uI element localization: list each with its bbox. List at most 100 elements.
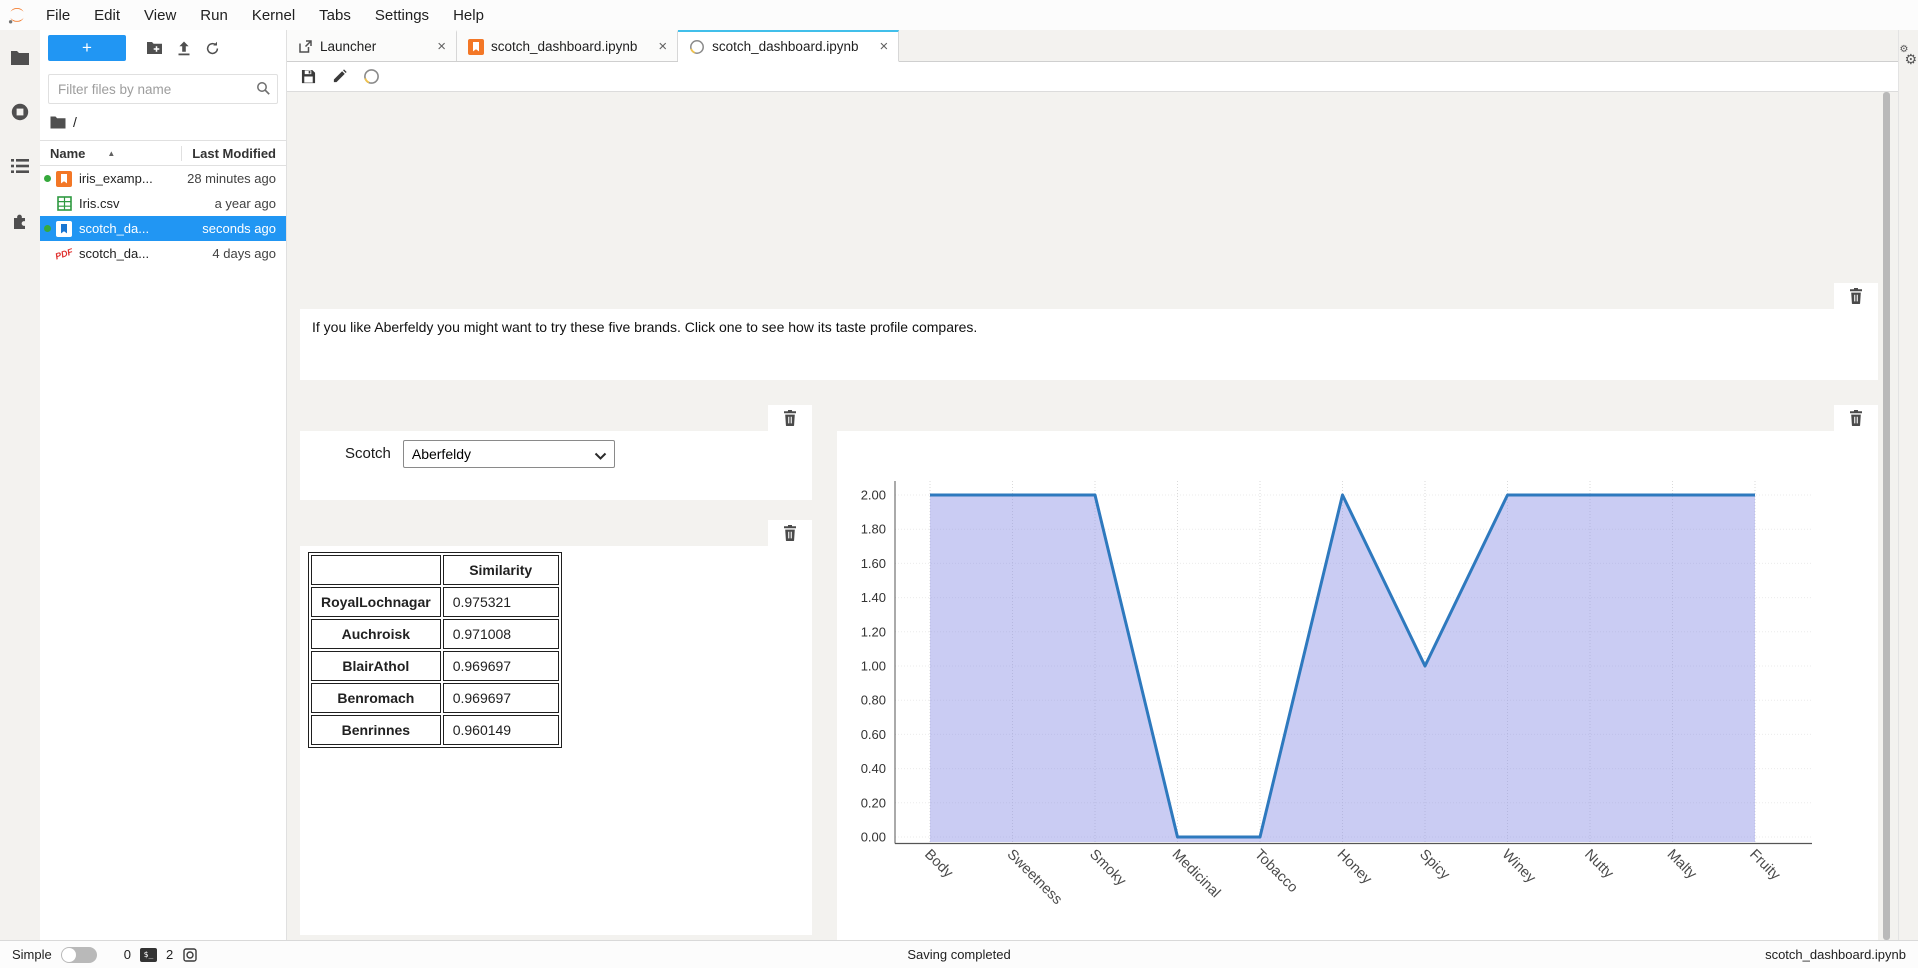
file-name: Iris.csv [75,196,215,211]
file-row-csv[interactable]: Iris.csva year ago [40,191,286,216]
markdown-text: If you like Aberfeldy you might want to … [312,319,977,335]
svg-text:Smoky: Smoky [1086,847,1129,890]
scotch-dropdown[interactable]: Aberfeldy [403,440,615,468]
tab-scotch-dashboard-ipynb[interactable]: scotch_dashboard.ipynb× [678,30,899,62]
table-of-contents-icon[interactable] [0,148,40,184]
menu-settings[interactable]: Settings [363,0,441,30]
svg-text:0.40: 0.40 [861,761,886,776]
svg-text:1.20: 1.20 [861,624,886,639]
kernel-chip-icon[interactable] [182,947,198,963]
kernel-status-icon[interactable] [363,68,380,85]
breadcrumb[interactable]: / [40,108,286,136]
dock-panel: Launcher×scotch_dashboard.ipynb×scotch_d… [287,30,1898,940]
file-list-header: Name ▲ Last Modified [40,140,286,166]
column-name[interactable]: Name ▲ [40,146,181,161]
trash-icon [1849,288,1863,304]
home-folder-icon [50,116,66,129]
file-row-pdf[interactable]: PDFscotch_da...4 days ago [40,241,286,266]
filter-files-input[interactable] [48,74,278,104]
similarity-value: 0.960149 [443,715,559,745]
file-list: iris_examp...28 minutes agoIris.csva yea… [40,166,286,266]
terminal-count[interactable]: 0 [124,947,131,962]
brand-name[interactable]: Auchroisk [311,619,441,649]
scotch-select-cell: Scotch Aberfeldy [300,405,812,500]
status-message: Saving completed [0,947,1918,962]
close-icon[interactable]: × [644,38,667,55]
close-icon[interactable]: × [423,38,446,55]
svg-text:0.80: 0.80 [861,693,886,708]
svg-text:1.80: 1.80 [861,522,886,537]
file-name: iris_examp... [75,171,187,186]
launcher-icon [298,39,313,54]
taste-profile-chart-cell: 0.000.200.400.600.801.001.201.401.601.80… [837,405,1878,935]
menu-bar: FileEditViewRunKernelTabsSettingsHelp [0,0,1918,30]
brand-name[interactable]: BlairAthol [311,651,441,681]
tab-label: Launcher [320,39,376,54]
column-last-modified[interactable]: Last Modified [181,146,286,161]
brand-name[interactable]: Benrinnes [311,715,441,745]
file-row-notebook[interactable]: iris_examp...28 minutes ago [40,166,286,191]
brand-name[interactable]: Benromach [311,683,441,713]
delete-cell-button[interactable] [1834,405,1878,431]
svg-text:Malty: Malty [1664,847,1700,883]
vertical-scrollbar[interactable] [1883,92,1890,940]
menu-kernel[interactable]: Kernel [240,0,307,30]
tab-scotch-dashboard-ipynb[interactable]: scotch_dashboard.ipynb × [457,30,678,61]
menu-view[interactable]: View [132,0,188,30]
running-dot [40,175,53,182]
menu-file[interactable]: File [34,0,82,30]
right-sidebar-rail: ⚙⚙ [1898,30,1918,940]
svg-text:Winey: Winey [1499,847,1539,887]
file-row-notebook[interactable]: scotch_da...seconds ago [40,216,286,241]
simple-mode-label: Simple [12,947,52,962]
file-browser-icon[interactable] [0,40,40,76]
extension-manager-icon[interactable] [0,202,40,238]
table-row[interactable]: Benromach0.969697 [311,683,559,713]
jupyter-logo-icon [0,4,34,26]
similarity-value: 0.975321 [443,587,559,617]
menu-run[interactable]: Run [188,0,240,30]
trash-icon [783,525,797,541]
search-icon [256,81,271,101]
menu-edit[interactable]: Edit [82,0,132,30]
new-folder-button[interactable] [146,41,163,55]
terminal-icon[interactable]: $_ [140,948,157,962]
table-row[interactable]: RoyalLochnagar0.975321 [311,587,559,617]
table-row[interactable]: BlairAthol0.969697 [311,651,559,681]
table-row[interactable]: Benrinnes0.960149 [311,715,559,745]
running-sessions-icon[interactable] [0,94,40,130]
delete-cell-button[interactable] [1834,283,1878,309]
taste-profile-area-chart[interactable]: 0.000.200.400.600.801.001.201.401.601.80… [837,431,1878,935]
breadcrumb-root[interactable]: / [73,114,77,130]
save-button[interactable] [301,69,316,84]
delete-cell-button[interactable] [768,405,812,431]
svg-text:Sweetness: Sweetness [1004,847,1065,908]
edit-button[interactable] [332,69,347,84]
tab-label: scotch_dashboard.ipynb [491,39,637,54]
kernel-count[interactable]: 2 [166,947,173,962]
table-row[interactable]: Auchroisk0.971008 [311,619,559,649]
filter-files [48,74,278,104]
simple-mode-toggle[interactable] [61,947,97,963]
menu-help[interactable]: Help [441,0,496,30]
status-bar: Simple 0 $_ 2 Saving completed scotch_da… [0,940,1918,968]
upload-button[interactable] [177,41,191,56]
close-icon[interactable]: × [865,38,888,55]
delete-cell-button[interactable] [768,520,812,546]
svg-text:Honey: Honey [1334,847,1375,888]
notebook-icon [468,39,484,55]
svg-text:0.00: 0.00 [861,830,886,845]
trash-icon [1849,410,1863,426]
tab-launcher[interactable]: Launcher × [287,30,457,61]
notebook-file-icon [53,221,75,237]
svg-text:1.00: 1.00 [861,659,886,674]
menu-tabs[interactable]: Tabs [307,0,363,30]
table-header [311,555,441,585]
brand-name[interactable]: RoyalLochnagar [311,587,441,617]
refresh-button[interactable] [205,41,220,56]
kernel-circle-icon [689,39,705,55]
dashboard-settings-icon[interactable]: ⚙⚙ [1900,46,1918,72]
svg-text:1.40: 1.40 [861,590,886,605]
svg-text:Fruity: Fruity [1746,847,1783,884]
new-launcher-button[interactable]: + [48,35,126,61]
